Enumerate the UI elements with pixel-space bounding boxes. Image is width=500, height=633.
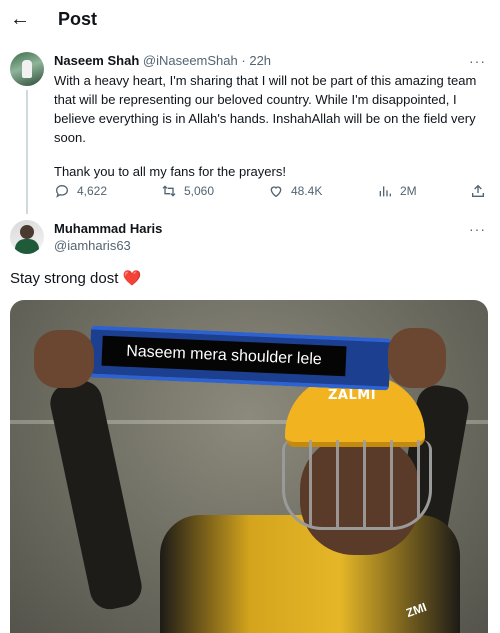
avatar[interactable] — [10, 220, 44, 254]
heart-icon — [270, 186, 282, 198]
tweet-header: Naseem Shah @iNaseemShah · 22h — [54, 53, 271, 69]
reply-header: Muhammad Haris — [54, 221, 162, 237]
retweet-count: 5,060 — [184, 184, 215, 198]
author-name[interactable]: Muhammad Haris — [54, 221, 162, 236]
reply-count: 4,622 — [77, 184, 108, 198]
reply-text: Stay strong dost ❤️ — [10, 270, 141, 288]
helmet-grille — [282, 440, 432, 530]
reply-icon — [55, 184, 69, 198]
retweet-icon — [162, 185, 176, 197]
tweet-text: With a heavy heart, I'm sharing that I w… — [54, 71, 486, 181]
author-name[interactable]: Naseem Shah — [54, 53, 139, 68]
attached-image[interactable]: ZALMI Naseem mera shoulder lele ZMI — [10, 300, 488, 633]
tweet-actions: 4,622 5,060 48.4K 2M — [54, 181, 486, 201]
back-arrow-icon[interactable]: ← — [10, 8, 30, 30]
more-options-icon[interactable]: ··· — [469, 222, 486, 236]
like-count: 48.4K — [291, 184, 323, 198]
helmet-logo-text: ZALMI — [328, 388, 377, 403]
tweet-paragraph: Thank you to all my fans for the prayers… — [54, 164, 286, 179]
author-handle[interactable]: @iamharis63 — [54, 238, 131, 253]
share-icon — [472, 184, 484, 197]
avatar[interactable] — [10, 52, 44, 86]
analytics-icon — [379, 186, 391, 197]
views-count: 2M — [400, 184, 417, 198]
more-options-icon[interactable]: ··· — [469, 54, 486, 68]
right-hand — [388, 328, 446, 388]
tweet-paragraph: With a heavy heart, I'm sharing that I w… — [54, 73, 477, 145]
page-title: Post — [58, 9, 98, 29]
share-button[interactable] — [470, 181, 486, 201]
dot-separator: · — [241, 53, 246, 68]
red-heart-emoji: ❤️ — [122, 270, 142, 287]
views-button[interactable]: 2M — [377, 181, 417, 201]
reply-button[interactable]: 4,622 — [54, 181, 107, 201]
retweet-button[interactable]: 5,060 — [161, 181, 214, 201]
reply-body: Stay strong dost — [10, 270, 119, 287]
like-button[interactable]: 48.4K — [268, 181, 322, 201]
left-arm — [46, 377, 146, 613]
thread-line — [26, 90, 28, 214]
tweet-time[interactable]: 22h — [249, 53, 271, 68]
post-header: ← Post — [0, 0, 500, 40]
left-hand — [34, 330, 94, 388]
author-handle[interactable]: @iNaseemShah — [143, 53, 238, 68]
